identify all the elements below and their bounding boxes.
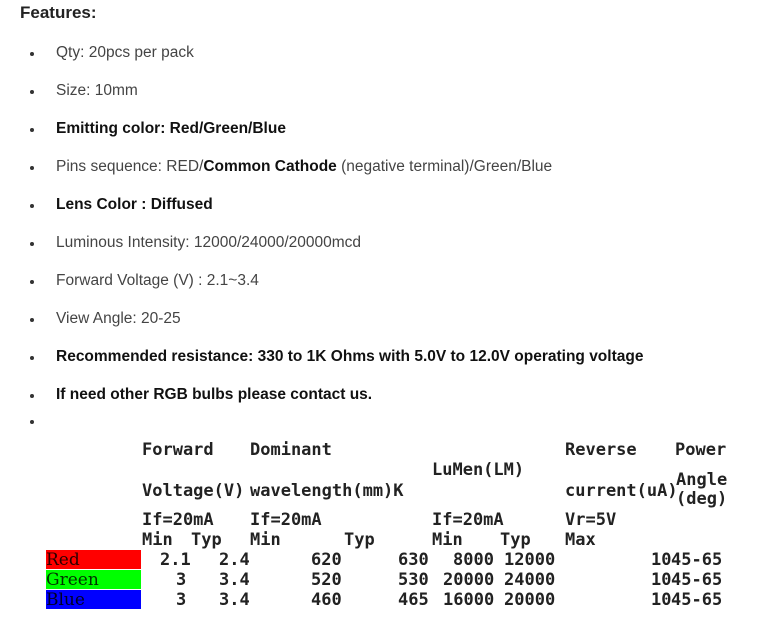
feature-item-recommended-resistance: Recommended resistance: 330 to 1K Ohms w… bbox=[0, 348, 700, 368]
cell-wl-min: 620 bbox=[311, 550, 342, 570]
header-lumen: LuMen(LM) bbox=[432, 460, 525, 480]
cell-angle: 45-65 bbox=[671, 550, 723, 570]
header-dominant: Dominant bbox=[250, 440, 332, 460]
header-voltage: Voltage(V) bbox=[142, 481, 245, 501]
color-label: Blue bbox=[46, 590, 85, 610]
cond-if-dominant: If=20mA bbox=[250, 510, 322, 530]
cell-rev-max: 10 bbox=[651, 590, 672, 610]
feature-text: Pins sequence: RED/Common Cathode (negat… bbox=[56, 158, 552, 176]
color-label: Red bbox=[46, 550, 80, 570]
bullet-icon bbox=[30, 166, 34, 170]
bullet-icon bbox=[30, 242, 34, 246]
bullet-icon bbox=[30, 280, 34, 284]
cell-v-typ: 3.4 bbox=[219, 570, 250, 590]
feature-item-luminous-intensity: Luminous Intensity: 12000/24000/20000mcd bbox=[0, 234, 700, 254]
bullet-icon bbox=[30, 420, 34, 424]
col-max-reverse: Max bbox=[565, 530, 596, 550]
cell-angle: 45-65 bbox=[671, 570, 723, 590]
feature-text: Lens Color : Diffused bbox=[56, 196, 213, 213]
cell-rev-max: 10 bbox=[651, 550, 672, 570]
header-deg: (deg) bbox=[676, 489, 728, 509]
cell-lm-min: 8000 bbox=[453, 550, 494, 570]
cell-v-typ: 3.4 bbox=[219, 590, 250, 610]
feature-text: Emitting color: Red/Green/Blue bbox=[56, 120, 286, 137]
bullet-icon bbox=[30, 356, 34, 360]
feature-text: Forward Voltage (V) : 2.1~3.4 bbox=[56, 272, 259, 289]
feature-text: Luminous Intensity: 12000/24000/20000mcd bbox=[56, 234, 362, 251]
color-swatch-green: Green bbox=[46, 570, 141, 590]
feature-text: Qty: 20pcs per pack bbox=[56, 44, 194, 61]
header-wavelength: wavelength(mm)K bbox=[250, 481, 404, 501]
color-swatch-red: Red bbox=[46, 550, 141, 570]
cell-lm-typ: 12000 bbox=[504, 550, 556, 570]
cell-lm-typ: 20000 bbox=[504, 590, 556, 610]
header-forward: Forward bbox=[142, 440, 214, 460]
feature-text: Size: 10mm bbox=[56, 82, 138, 99]
col-typ-lumen: Typ bbox=[500, 530, 531, 550]
pins-text-c: (negative terminal)/Green/Blue bbox=[336, 158, 553, 175]
col-typ-forward: Typ bbox=[191, 530, 222, 550]
feature-item-lens-color: Lens Color : Diffused bbox=[0, 196, 700, 216]
cell-v-typ: 2.4 bbox=[219, 550, 250, 570]
feature-text: If need other RGB bulbs please contact u… bbox=[56, 386, 373, 403]
pins-text-a: Pins sequence: RED/ bbox=[56, 158, 204, 175]
header-power: Power bbox=[675, 440, 727, 460]
color-swatch-blue: Blue bbox=[46, 590, 141, 610]
color-label: Green bbox=[46, 570, 99, 590]
col-min-dominant: Min bbox=[250, 530, 281, 550]
col-min-forward: Min bbox=[142, 530, 173, 550]
cell-lm-min: 16000 bbox=[443, 590, 495, 610]
cond-vr: Vr=5V bbox=[565, 510, 617, 530]
cell-lm-min: 20000 bbox=[443, 570, 495, 590]
header-current: current(uA) bbox=[565, 481, 678, 501]
pins-text-b: Common Cathode bbox=[203, 158, 337, 175]
cell-lm-typ: 24000 bbox=[504, 570, 556, 590]
bullet-icon bbox=[30, 52, 34, 56]
bullet-icon bbox=[30, 394, 34, 398]
feature-item-size: Size: 10mm bbox=[0, 82, 700, 102]
bullet-icon bbox=[30, 204, 34, 208]
cell-wl-typ: 530 bbox=[398, 570, 429, 590]
cell-v-min: 2.1 bbox=[160, 550, 191, 570]
features-heading: Features: bbox=[20, 3, 97, 22]
cell-wl-typ: 630 bbox=[398, 550, 429, 570]
cell-angle: 45-65 bbox=[671, 590, 723, 610]
cell-v-min: 3 bbox=[176, 590, 187, 610]
cell-wl-min: 460 bbox=[311, 590, 342, 610]
feature-item-qty: Qty: 20pcs per pack bbox=[0, 44, 700, 64]
feature-item-pins-sequence: Pins sequence: RED/Common Cathode (negat… bbox=[0, 158, 700, 178]
feature-item-forward-voltage: Forward Voltage (V) : 2.1~3.4 bbox=[0, 272, 700, 292]
cell-wl-typ: 465 bbox=[398, 590, 429, 610]
cond-if-forward: If=20mA bbox=[142, 510, 214, 530]
bullet-icon bbox=[30, 128, 34, 132]
bullet-icon bbox=[30, 318, 34, 322]
feature-item-emitting-color: Emitting color: Red/Green/Blue bbox=[0, 120, 700, 140]
feature-text: Recommended resistance: 330 to 1K Ohms w… bbox=[56, 348, 644, 365]
feature-item-view-angle: View Angle: 20-25 bbox=[0, 310, 700, 330]
header-angle: Angle bbox=[676, 470, 728, 490]
feature-text: View Angle: 20-25 bbox=[56, 310, 181, 327]
cond-if-lumen: If=20mA bbox=[432, 510, 504, 530]
cell-v-min: 3 bbox=[176, 570, 187, 590]
feature-item-contact: If need other RGB bulbs please contact u… bbox=[0, 386, 700, 406]
cell-rev-max: 10 bbox=[651, 570, 672, 590]
cell-wl-min: 520 bbox=[311, 570, 342, 590]
header-reverse: Reverse bbox=[565, 440, 637, 460]
col-min-lumen: Min bbox=[432, 530, 463, 550]
feature-item-empty bbox=[0, 412, 700, 432]
col-typ-dominant: Typ bbox=[344, 530, 375, 550]
bullet-icon bbox=[30, 90, 34, 94]
